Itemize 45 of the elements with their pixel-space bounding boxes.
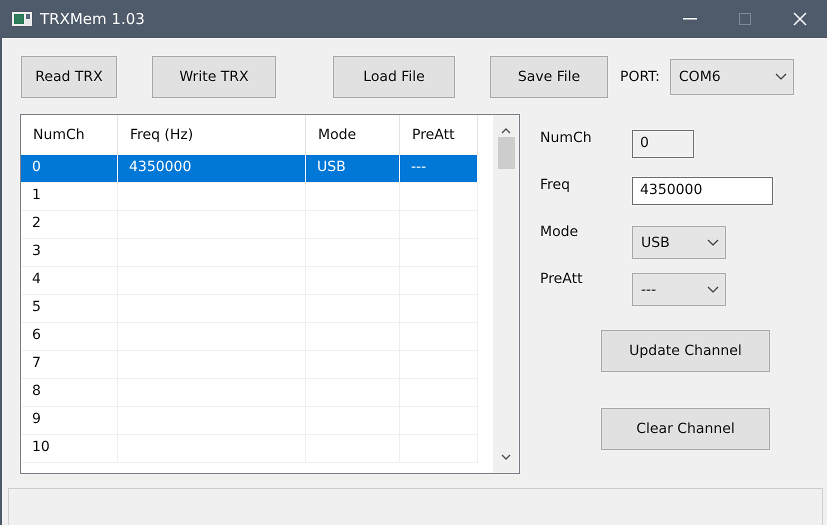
table-cell[interactable]: 0 (21, 155, 118, 183)
scroll-down-icon[interactable] (501, 453, 511, 461)
toolbar-button[interactable]: Save File (490, 56, 608, 98)
app-icon (12, 12, 32, 26)
table-cell[interactable]: 5 (21, 295, 118, 323)
table-cell[interactable]: 1 (21, 183, 118, 211)
table-cell[interactable]: 6 (21, 323, 118, 351)
chevron-down-icon (707, 286, 719, 294)
port-label: PORT: (620, 69, 660, 85)
channel-button[interactable]: Update Channel (601, 330, 770, 372)
close-icon[interactable] (792, 12, 806, 26)
field-label: NumCh (540, 130, 593, 146)
select-dropdown[interactable]: --- (632, 273, 726, 306)
table-cell[interactable]: --- (400, 155, 478, 183)
field-label: Mode (540, 224, 580, 240)
table-cell[interactable] (118, 183, 306, 211)
select-dropdown[interactable]: USB (632, 226, 726, 259)
table-cell[interactable]: 8 (21, 379, 118, 407)
field-label: Freq (540, 177, 571, 193)
toolbar-button[interactable]: Write TRX (152, 56, 276, 98)
channel-button[interactable]: Clear Channel (601, 408, 770, 450)
table-cell[interactable]: 10 (21, 435, 118, 463)
field-label: PreAtt (540, 271, 584, 287)
window-title: TRXMem 1.03 (40, 10, 146, 28)
table-cell[interactable]: 7 (21, 351, 118, 379)
scroll-thumb[interactable] (498, 137, 514, 169)
frequency-field[interactable]: 4350000 (632, 177, 773, 205)
table-cell[interactable]: 4350000 (118, 155, 306, 183)
scroll-up-icon[interactable] (501, 127, 511, 135)
chevron-down-icon (707, 238, 719, 246)
table-cell[interactable]: 2 (21, 211, 118, 239)
port-dropdown[interactable]: COM6 (670, 59, 794, 95)
toolbar-button[interactable]: Read TRX (21, 56, 117, 98)
table-cell[interactable]: USB (306, 155, 400, 183)
chevron-down-icon (774, 73, 787, 81)
minimize-icon[interactable] (682, 18, 696, 20)
table-cell[interactable]: 9 (21, 407, 118, 435)
table-cell[interactable] (306, 183, 400, 211)
table-cell[interactable] (400, 183, 478, 211)
maximize-icon[interactable] (738, 13, 750, 25)
channel-number-field[interactable]: 0 (632, 130, 694, 158)
toolbar-button[interactable]: Load File (333, 56, 455, 98)
vertical-scrollbar[interactable] (493, 115, 519, 473)
table-cell[interactable]: 3 (21, 239, 118, 267)
table-cell[interactable]: 4 (21, 267, 118, 295)
